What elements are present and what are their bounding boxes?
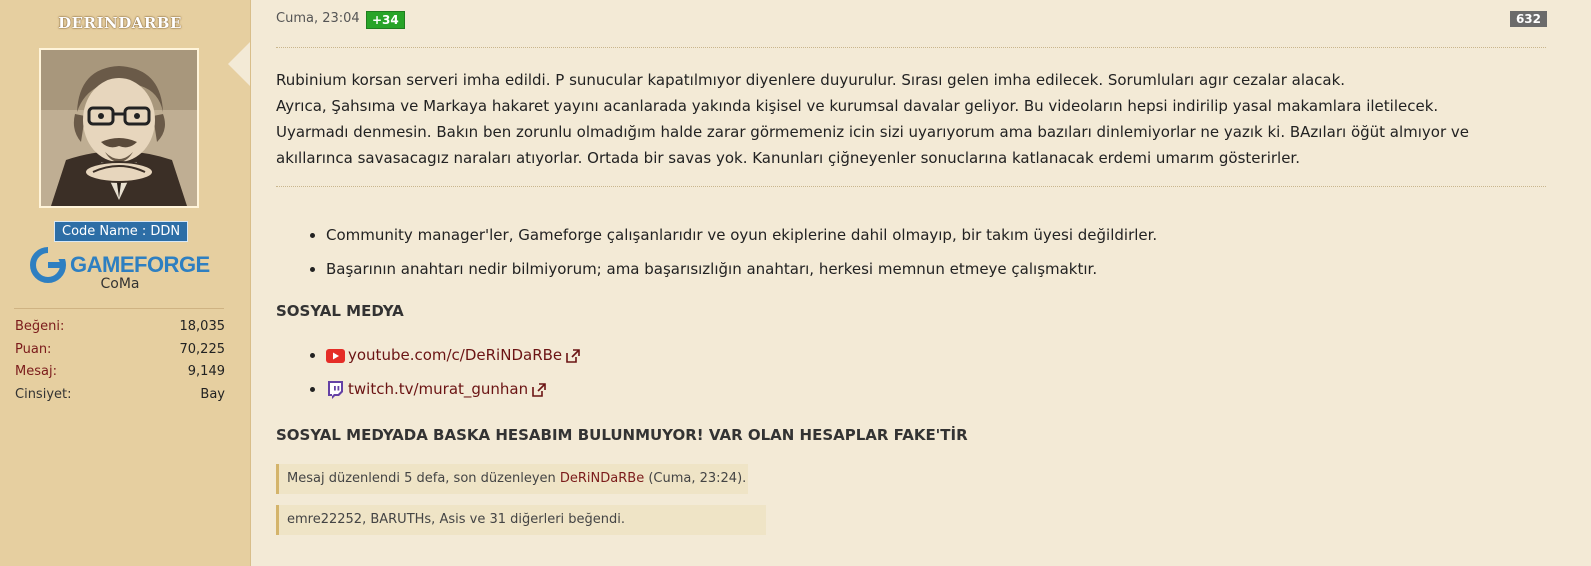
list-item: youtube.com/c/DeRiNDaRBe [326, 343, 581, 377]
stat-label[interactable]: Beğeni: [15, 319, 64, 342]
post-line: Rubinium korsan serveri imha edildi. P s… [276, 71, 1346, 89]
stat-label[interactable]: Puan: [15, 342, 51, 365]
stat-label: Cinsiyet: [15, 386, 72, 402]
twitch-icon [328, 381, 343, 399]
header-divider [276, 47, 1546, 48]
post-line: Ayrıca, Şahsıma ve Markaya hakaret yayın… [276, 97, 1439, 115]
user-stats: Beğeni: 18,035 Puan: 70,225 Mesaj: 9,149… [15, 319, 225, 409]
user-role: CoMa [100, 276, 140, 292]
sidebar-pointer-arrow [228, 42, 250, 86]
youtube-icon [326, 348, 345, 363]
code-name-badge: Code Name : DDN [54, 221, 189, 242]
social-heading: SOSYAL MEDYA [276, 302, 404, 320]
likes-summary[interactable]: emre22252, BARUTHs, Asis ve 31 diğerleri… [276, 505, 766, 535]
likes-text: emre22252, BARUTHs, Asis ve 31 diğerleri… [287, 512, 626, 527]
stat-value: 18,035 [179, 319, 226, 334]
edit-notice-time: (Cuma, 23:24). [644, 471, 747, 486]
brand-name: GAMEFORGE [70, 252, 210, 277]
reaction-score-badge[interactable]: +34 [366, 11, 405, 29]
post-body: Rubinium korsan serveri imha edildi. P s… [276, 67, 1544, 171]
list-item: Başarının anahtarı nedir bilmiyorum; ama… [326, 257, 1157, 291]
stat-row-points: Puan: 70,225 [15, 342, 225, 365]
stat-row-messages: Mesaj: 9,149 [15, 364, 225, 387]
twitch-link[interactable]: twitch.tv/murat_gunhan [348, 380, 528, 398]
avatar[interactable] [39, 48, 199, 208]
stat-label[interactable]: Mesaj: [15, 364, 57, 387]
user-sidebar: DERINDARBE Code Name : DDN GAMEFORGE CoM… [0, 0, 251, 566]
post-number-badge[interactable]: 632 [1509, 11, 1547, 27]
post-line: Uyarmadı denmesin. Bakın ben zorunlu olm… [276, 123, 1470, 141]
stat-value: 70,225 [179, 341, 226, 357]
edit-notice-text: Mesaj düzenlendi 5 defa, son düzenleyen [287, 471, 560, 486]
stat-row-likes: Beğeni: 18,035 [15, 319, 225, 342]
post-line: akıllarınca savasacagız naraları atıyorl… [276, 149, 1300, 167]
stat-value: 9,149 [187, 364, 225, 379]
signature-divider [276, 186, 1546, 187]
list-item: twitch.tv/murat_gunhan [326, 377, 581, 411]
external-link-icon [566, 348, 580, 363]
list-item: Community manager'ler, Gameforge çalışan… [326, 223, 1157, 257]
fake-accounts-warning: SOSYAL MEDYADA BASKA HESABIM BULUNMUYOR!… [276, 426, 968, 444]
username[interactable]: DERINDARBE [0, 14, 240, 32]
social-links: youtube.com/c/DeRiNDaRBe twitch.tv/murat… [276, 343, 581, 411]
signature-bullets: Community manager'ler, Gameforge çalışan… [276, 223, 1157, 291]
sidebar-divider [14, 308, 224, 309]
external-link-icon [532, 382, 546, 397]
stat-value: Bay [200, 386, 225, 402]
avatar-illustration [41, 50, 197, 206]
stat-row-gender: Cinsiyet: Bay [15, 387, 225, 410]
edit-notice: Mesaj düzenlendi 5 defa, son düzenleyen … [276, 464, 748, 494]
post-date[interactable]: Cuma, 23:04 [276, 11, 360, 26]
youtube-link[interactable]: youtube.com/c/DeRiNDaRBe [348, 346, 562, 364]
editor-link[interactable]: DeRiNDaRBe [560, 471, 644, 486]
